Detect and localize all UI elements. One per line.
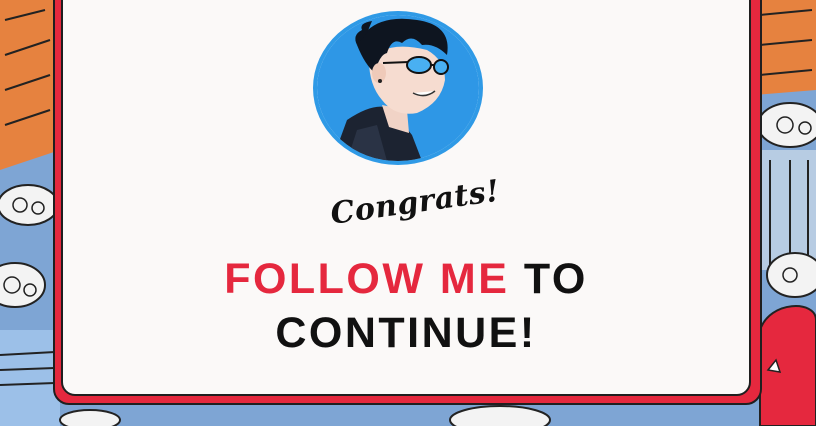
profile-avatar: [313, 11, 483, 165]
anime-avatar-icon: [317, 15, 479, 161]
headline-highlight: FOLLOW ME: [224, 255, 510, 303]
headline-line-1: FOLLOW ME TO: [61, 258, 751, 301]
headline-line-2: CONTINUE!: [275, 309, 537, 357]
follow-gate-screen: Congrats! FOLLOW ME TO CONTINUE!: [0, 0, 816, 426]
headline-rest: TO: [509, 255, 588, 303]
